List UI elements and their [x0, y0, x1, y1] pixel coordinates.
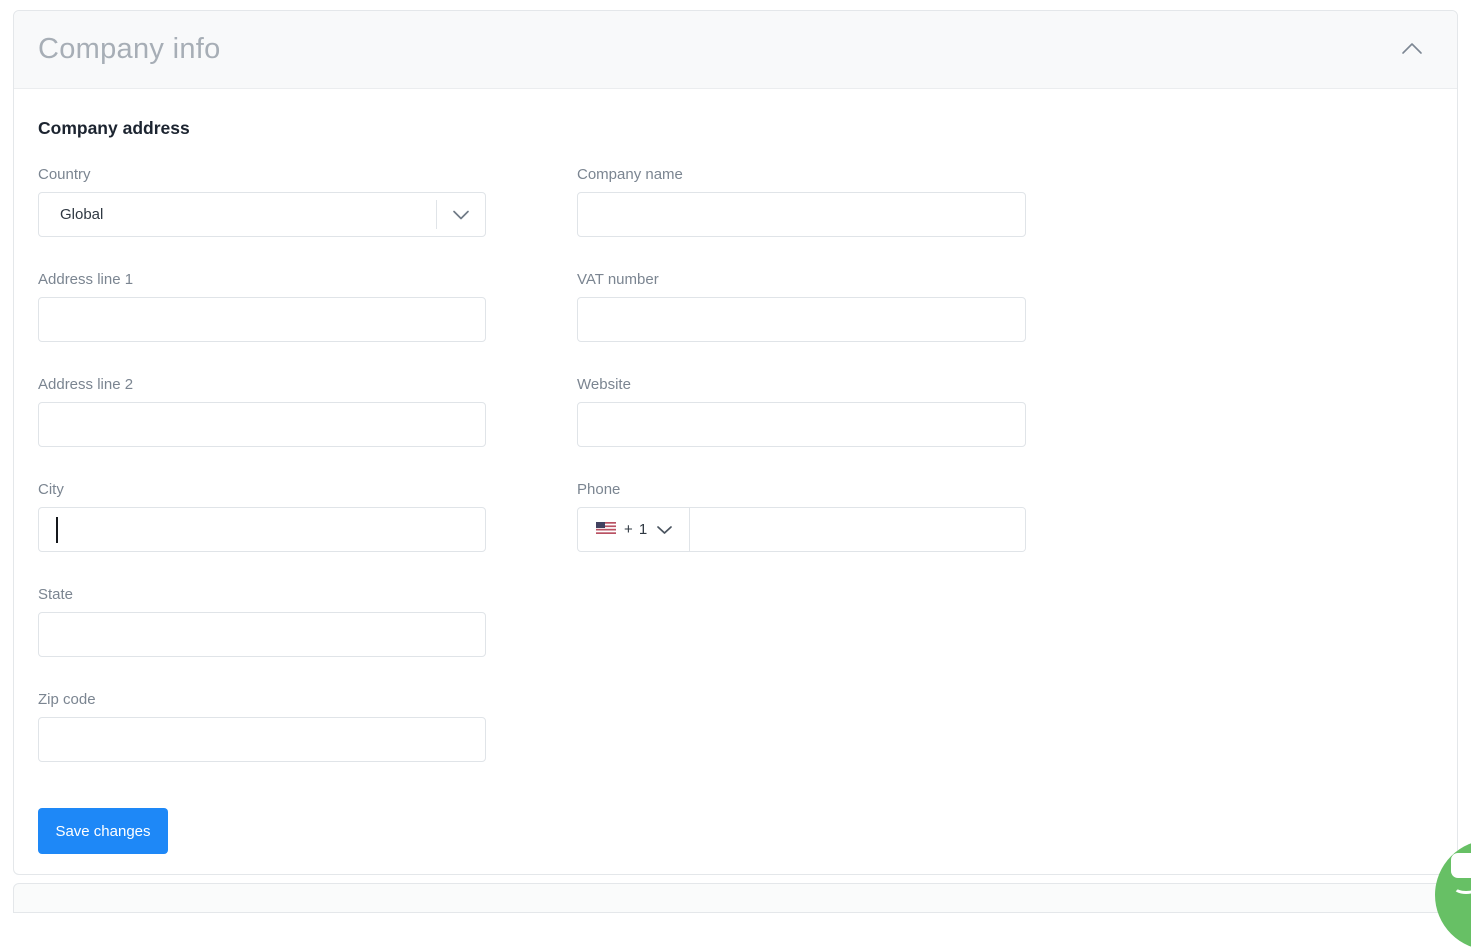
dial-code-value: + 1	[624, 521, 649, 538]
save-changes-button[interactable]: Save changes	[38, 808, 168, 854]
address-line-2-field: Address line 2	[38, 376, 486, 447]
dial-code-selector[interactable]: + 1	[578, 508, 691, 551]
country-select[interactable]: Global	[38, 192, 486, 237]
address-line-2-input[interactable]	[38, 402, 486, 447]
page-title: Company info	[38, 33, 221, 65]
vat-number-field: VAT number	[577, 271, 1026, 342]
country-label: Country	[38, 166, 91, 183]
form-column-left: Country Global Address line 1 Address li…	[38, 166, 486, 762]
zip-code-label: Zip code	[38, 691, 96, 708]
address-line-1-input[interactable]	[38, 297, 486, 342]
address-line-1-label: Address line 1	[38, 271, 134, 288]
us-flag-icon	[596, 521, 616, 539]
city-label: City	[38, 481, 64, 498]
phone-input-group: + 1	[577, 507, 1026, 552]
state-field: State	[38, 586, 486, 657]
state-input[interactable]	[38, 612, 486, 657]
address-line-2-label: Address line 2	[38, 376, 134, 393]
chevron-up-icon	[1401, 41, 1423, 58]
company-info-body: Company address Country Global Address l…	[14, 118, 1457, 854]
website-field: Website	[577, 376, 1026, 447]
website-label: Website	[577, 376, 631, 393]
chevron-down-icon	[656, 525, 673, 535]
form-column-right: Company name VAT number Website Phone + …	[577, 166, 1026, 762]
state-label: State	[38, 586, 74, 603]
vat-number-input[interactable]	[577, 297, 1026, 342]
select-divider	[436, 200, 437, 229]
website-input[interactable]	[577, 402, 1026, 447]
text-cursor	[56, 517, 58, 543]
company-address-form: Country Global Address line 1 Address li…	[38, 166, 1433, 762]
zip-code-field: Zip code	[38, 691, 486, 762]
city-input[interactable]	[38, 507, 486, 552]
phone-field: Phone + 1	[577, 481, 1026, 552]
address-line-1-field: Address line 1	[38, 271, 486, 342]
company-name-field: Company name	[577, 166, 1026, 237]
phone-label: Phone	[577, 481, 621, 498]
city-field: City	[38, 481, 486, 552]
section-heading: Company address	[38, 118, 190, 138]
vat-number-label: VAT number	[577, 271, 659, 288]
chevron-down-icon	[452, 209, 470, 220]
zip-code-input[interactable]	[38, 717, 486, 762]
company-name-label: Company name	[577, 166, 683, 183]
country-field: Country Global	[38, 166, 486, 237]
phone-number-input[interactable]	[690, 508, 1025, 551]
company-name-input[interactable]	[577, 192, 1026, 237]
company-info-card: Company info Company address Country Glo…	[13, 10, 1458, 875]
country-selected-value: Global	[60, 206, 104, 223]
company-info-header: Company info	[14, 11, 1457, 89]
collapse-section-button[interactable]	[1397, 37, 1427, 62]
